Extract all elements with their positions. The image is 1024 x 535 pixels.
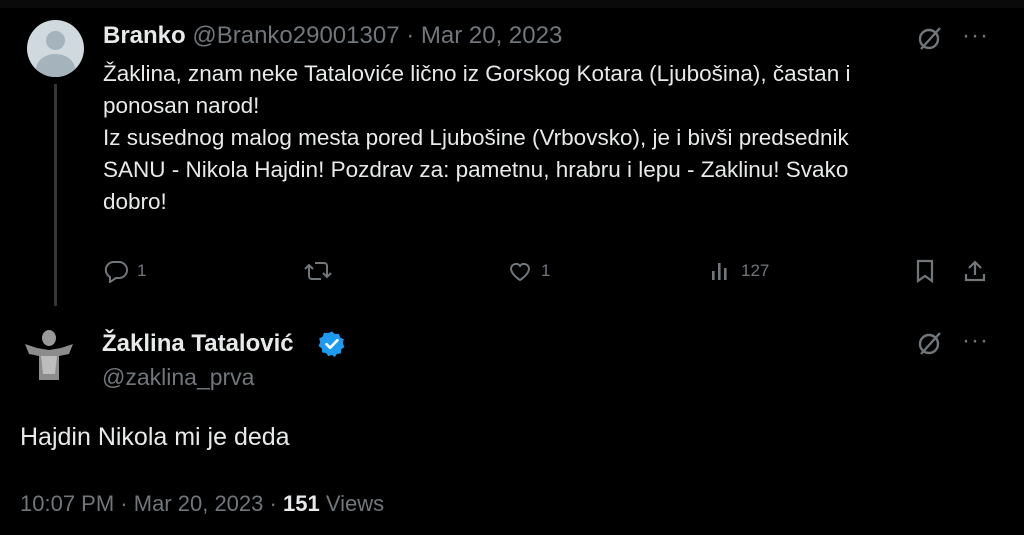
views-icon — [709, 259, 733, 283]
like-count: 1 — [541, 261, 551, 280]
like-icon — [507, 259, 533, 283]
more-icon[interactable]: ··· — [962, 22, 989, 50]
reply-meta: 10:07 PM · Mar 20, 2023 · 151 Views — [20, 491, 384, 517]
retweet-icon — [303, 259, 333, 283]
reply-views-label: Views — [325, 491, 385, 516]
share-button[interactable] — [962, 256, 988, 286]
author-name[interactable]: Branko — [103, 22, 186, 49]
thread-line — [54, 84, 57, 306]
reply-button[interactable]: 1 — [103, 256, 146, 286]
tweet-header: Branko @Branko29001307 · Mar 20, 2023 — [103, 22, 562, 50]
tweet-text: Žaklina, znam neke Tataloviće lično iz G… — [103, 61, 851, 214]
reply-author-name[interactable]: Žaklina Tatalović — [102, 330, 294, 358]
retweet-button[interactable] — [303, 256, 333, 286]
share-icon — [962, 258, 988, 284]
separator: · — [269, 491, 277, 516]
grok-icon[interactable] — [916, 24, 944, 57]
tweet-date[interactable]: Mar 20, 2023 — [421, 22, 562, 49]
reply-views-count: 151 — [282, 491, 320, 516]
author-handle[interactable]: @Branko29001307 — [192, 22, 399, 49]
more-icon[interactable]: ··· — [962, 327, 989, 355]
reply-author-handle[interactable]: @zaklina_prva — [102, 364, 254, 391]
reply-icon — [103, 259, 129, 283]
reply-count: 1 — [137, 261, 147, 280]
reply-text: Hajdin Nikola mi je deda — [20, 423, 290, 451]
bookmark-icon — [913, 258, 937, 284]
separator: · — [406, 22, 415, 49]
verified-icon — [318, 330, 346, 363]
bookmark-button[interactable] — [913, 256, 937, 286]
avatar[interactable] — [27, 20, 84, 77]
avatar-body — [36, 54, 75, 77]
reply-time[interactable]: 10:07 PM — [20, 491, 114, 516]
previous-tweet-edge — [0, 0, 1024, 8]
reply-date[interactable]: Mar 20, 2023 — [134, 491, 264, 516]
reply-avatar[interactable] — [19, 322, 79, 382]
avatar-head — [46, 31, 65, 50]
separator: · — [120, 491, 128, 516]
views-button[interactable]: 127 — [709, 256, 769, 286]
grok-icon[interactable] — [916, 329, 944, 362]
like-button[interactable]: 1 — [507, 256, 550, 286]
views-count: 127 — [741, 261, 770, 280]
